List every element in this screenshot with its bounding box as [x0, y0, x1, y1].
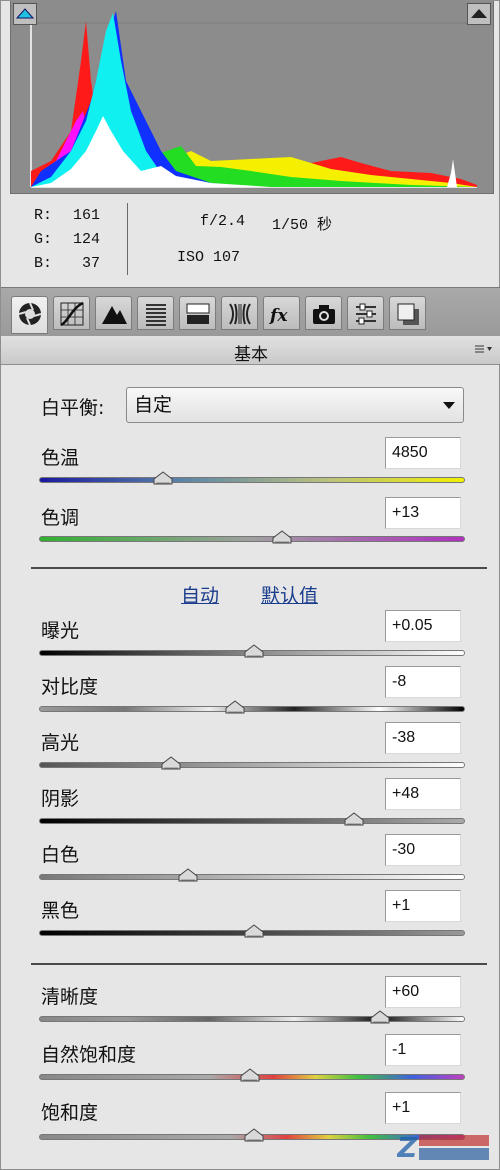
- saturation-field[interactable]: +1: [385, 1092, 461, 1124]
- contrast-track[interactable]: [39, 706, 465, 712]
- clarity-label: 清晰度: [41, 986, 99, 1008]
- vibrance-thumb[interactable]: [240, 1068, 260, 1082]
- histogram: [10, 1, 494, 194]
- triangle-up-icon: [15, 8, 35, 19]
- contrast-thumb[interactable]: [225, 700, 245, 714]
- section-divider: [31, 567, 487, 569]
- tab-tone-curve[interactable]: [53, 296, 90, 330]
- lens-correction-icon: [229, 303, 251, 325]
- temperature-field[interactable]: 4850: [385, 437, 461, 469]
- white-balance-select[interactable]: 自定: [126, 387, 464, 423]
- tint-track[interactable]: [39, 536, 465, 542]
- white-balance-value: 自定: [134, 394, 173, 416]
- clarity-thumb[interactable]: [370, 1010, 390, 1024]
- saturation-label: 饱和度: [41, 1102, 99, 1124]
- green-label: G:: [34, 231, 53, 248]
- temperature-track[interactable]: [39, 477, 465, 483]
- camera-raw-basic-panel: R: 161 G: 124 B: 37 f/2.4 1/50 秒 ISO 107: [0, 0, 500, 1170]
- clarity-track[interactable]: [39, 1016, 465, 1022]
- panel-tab-bar: fx: [1, 287, 500, 337]
- camera-icon: [313, 305, 335, 324]
- temperature-label: 色温: [41, 447, 80, 469]
- blacks-thumb[interactable]: [244, 924, 264, 938]
- contrast-label: 对比度: [41, 676, 99, 698]
- whites-track[interactable]: [39, 874, 465, 880]
- tab-basic[interactable]: [11, 296, 48, 334]
- blacks-field[interactable]: +1: [385, 890, 461, 922]
- red-readout: R: 161: [34, 207, 100, 224]
- saturation-thumb[interactable]: [244, 1128, 264, 1142]
- shadows-thumb[interactable]: [344, 812, 364, 826]
- vibrance-field[interactable]: -1: [385, 1034, 461, 1066]
- tab-presets[interactable]: [347, 296, 384, 330]
- tab-effects[interactable]: fx: [263, 296, 300, 330]
- svg-text:Z: Z: [397, 1131, 418, 1163]
- chevron-down-icon: [443, 402, 455, 409]
- shadow-clipping-warning-button[interactable]: [13, 3, 37, 25]
- highlights-track[interactable]: [39, 762, 465, 768]
- shutter-speed-value: 1/50 秒: [272, 217, 333, 234]
- tab-hsl[interactable]: [137, 296, 174, 330]
- highlights-field[interactable]: -38: [385, 722, 461, 754]
- section-divider: [31, 963, 487, 965]
- red-value: 161: [72, 207, 100, 224]
- exposure-label: 曝光: [41, 620, 80, 642]
- blue-readout: B: 37: [34, 255, 100, 272]
- tone-curve-icon: [60, 301, 84, 327]
- highlights-label: 高光: [41, 732, 80, 754]
- panel-title: 基本: [234, 345, 268, 365]
- blue-label: B:: [34, 255, 53, 272]
- tint-field[interactable]: +13: [385, 497, 461, 529]
- info-readout: R: 161 G: 124 B: 37 f/2.4 1/50 秒 ISO 107: [1, 197, 500, 285]
- aperture-value: f/2.4: [200, 213, 246, 230]
- tab-camera-calibration[interactable]: [305, 296, 342, 330]
- clarity-field[interactable]: +60: [385, 976, 461, 1008]
- green-readout: G: 124: [34, 231, 100, 248]
- shadows-track[interactable]: [39, 818, 465, 824]
- fx-icon: fx: [269, 306, 288, 326]
- detail-icon: [102, 306, 127, 324]
- contrast-field[interactable]: -8: [385, 666, 461, 698]
- exposure-field[interactable]: +0.05: [385, 610, 461, 642]
- panel-header: 基本: [1, 336, 500, 365]
- zol-watermark-logo: Z: [397, 1131, 489, 1163]
- readout-divider: [127, 203, 128, 275]
- tab-detail[interactable]: [95, 296, 132, 330]
- tab-lens-corrections[interactable]: [221, 296, 258, 330]
- blacks-label: 黑色: [41, 900, 80, 922]
- panel-menu-icon[interactable]: [475, 344, 493, 356]
- highlight-clipping-warning-button[interactable]: [467, 3, 491, 25]
- red-label: R:: [34, 207, 53, 224]
- hsl-icon: [146, 304, 166, 326]
- whites-label: 白色: [41, 844, 80, 866]
- temperature-thumb[interactable]: [153, 471, 173, 485]
- white-balance-label: 白平衡:: [41, 397, 105, 419]
- svg-text:fx: fx: [269, 306, 288, 326]
- snapshots-icon: [397, 303, 419, 325]
- tab-split-toning[interactable]: [179, 296, 216, 330]
- green-value: 124: [72, 231, 100, 248]
- triangle-up-icon: [471, 9, 487, 18]
- whites-thumb[interactable]: [178, 868, 198, 882]
- exposure-thumb[interactable]: [244, 644, 264, 658]
- tab-snapshots[interactable]: [389, 296, 426, 330]
- whites-field[interactable]: -30: [385, 834, 461, 866]
- split-toning-icon: [186, 303, 210, 324]
- blue-value: 37: [81, 255, 100, 272]
- tint-thumb[interactable]: [272, 530, 292, 544]
- histogram-graph: [30, 11, 477, 188]
- vibrance-label: 自然饱和度: [41, 1044, 137, 1066]
- tint-label: 色调: [41, 507, 80, 529]
- highlights-thumb[interactable]: [161, 756, 181, 770]
- default-link[interactable]: 默认值: [261, 581, 318, 608]
- presets-icon: [356, 303, 376, 325]
- iso-value: ISO 107: [177, 249, 241, 266]
- aperture-icon: [18, 302, 42, 326]
- shadows-label: 阴影: [41, 788, 80, 810]
- shadows-field[interactable]: +48: [385, 778, 461, 810]
- auto-link[interactable]: 自动: [181, 581, 219, 608]
